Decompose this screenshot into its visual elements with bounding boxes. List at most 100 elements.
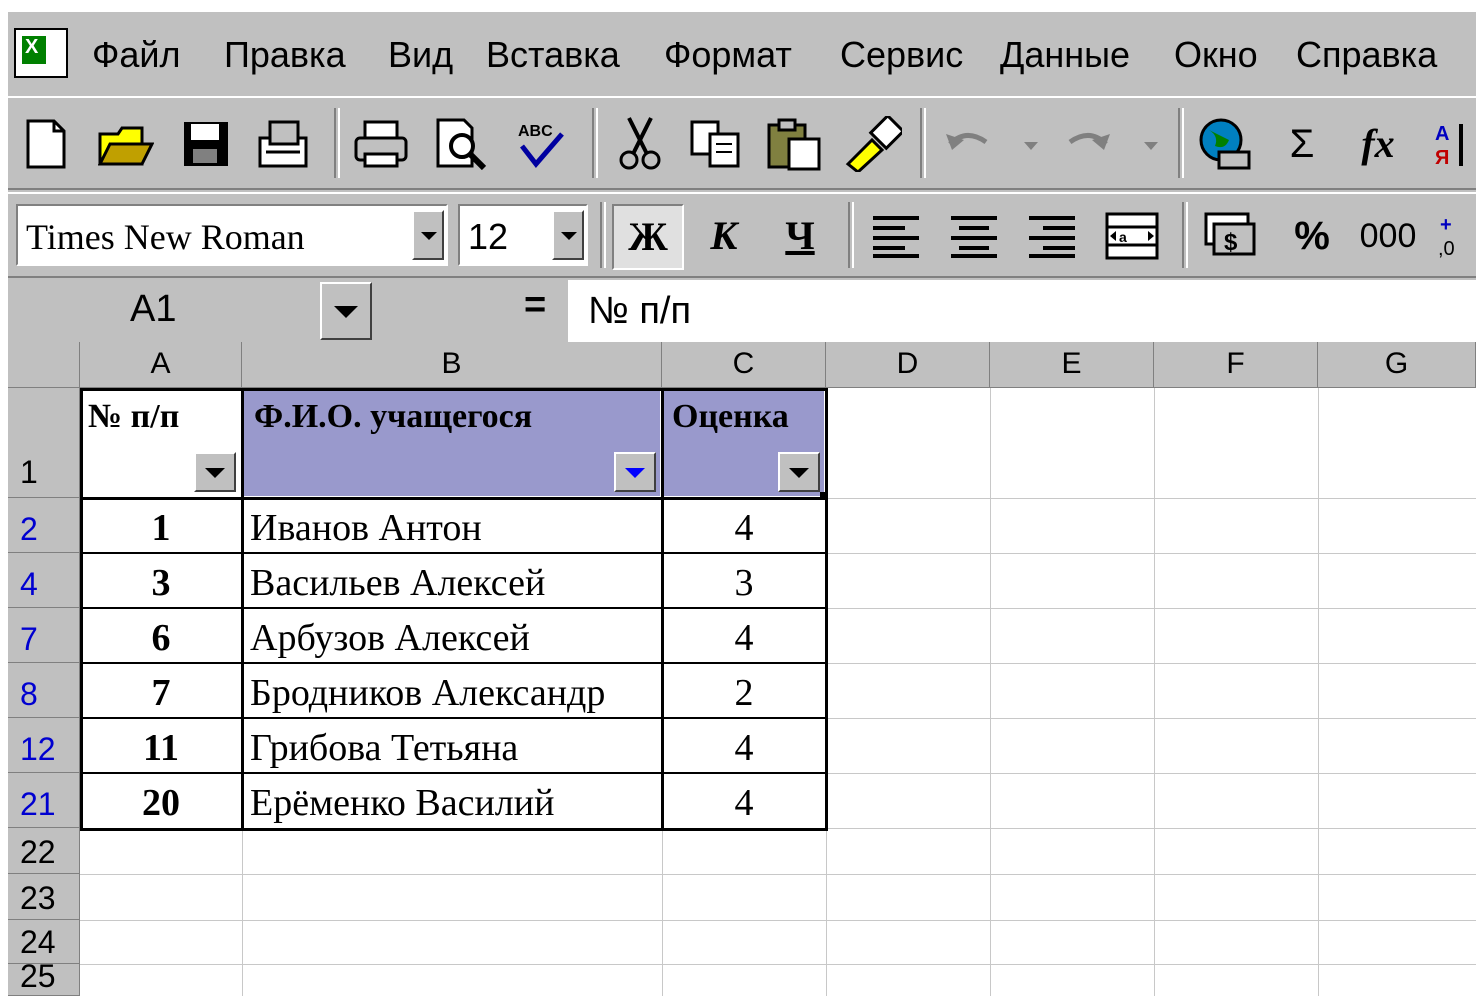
increase-decimal-icon[interactable]: + ,0 [1432, 204, 1476, 268]
table-row-border [80, 552, 828, 554]
svg-text:Я: Я [1435, 147, 1449, 169]
formula-content: № п/п [588, 290, 692, 332]
toolbar-separator [592, 108, 598, 178]
row-header-23[interactable]: 23 [8, 874, 80, 920]
italic-label: К [710, 213, 738, 258]
font-name-dropdown-icon[interactable] [412, 210, 444, 260]
format-painter-icon[interactable] [840, 112, 904, 176]
excel-app-icon[interactable]: X [14, 28, 68, 78]
gridline [80, 964, 1476, 965]
italic-button[interactable]: К [692, 204, 756, 268]
name-box[interactable]: A1 [8, 278, 318, 342]
print-preview-icon[interactable] [430, 112, 494, 176]
standard-toolbar: ABC Σ fx АЯ [8, 96, 1476, 190]
row-header-25[interactable]: 25 [8, 958, 80, 996]
font-name-combo[interactable]: Times New Roman [16, 204, 448, 266]
save-icon[interactable] [174, 112, 238, 176]
row-header-22[interactable]: 22 [8, 828, 80, 874]
thousands-label: 000 [1359, 217, 1417, 255]
row-header-21[interactable]: 21 [8, 773, 80, 828]
svg-text:+: + [1440, 214, 1452, 236]
sort-ascending-icon[interactable]: АЯ [1422, 112, 1476, 176]
redo-icon[interactable] [1060, 112, 1164, 176]
percent-style-button[interactable]: % [1280, 204, 1344, 268]
svg-text:ABC: ABC [518, 123, 553, 140]
name-box-value: A1 [130, 288, 177, 330]
paste-icon[interactable] [762, 112, 826, 176]
toolbar-separator [1182, 202, 1188, 268]
row-header-8[interactable]: 8 [8, 663, 80, 718]
underline-label: Ч [785, 213, 815, 258]
svg-text:А: А [1435, 123, 1449, 145]
merge-center-icon[interactable]: a [1100, 204, 1164, 268]
select-all-corner[interactable] [8, 342, 80, 388]
row-header-7[interactable]: 7 [8, 608, 80, 663]
formatting-toolbar: Times New Roman 12 Ж К Ч a $ % 000 + ,0 [8, 192, 1476, 278]
open-folder-icon[interactable] [94, 112, 158, 176]
table-row-border [80, 662, 828, 664]
column-header-b[interactable]: B [242, 342, 662, 388]
column-header-e[interactable]: E [990, 342, 1154, 388]
table-outer-border [80, 498, 828, 831]
menu-tools[interactable]: Сервис [840, 34, 963, 76]
svg-text:,0: ,0 [1438, 238, 1455, 260]
row-header-12[interactable]: 12 [8, 718, 80, 773]
fill-handle[interactable] [820, 492, 828, 500]
menu-help[interactable]: Справка [1296, 34, 1437, 76]
row-header-1[interactable]: 1 [8, 388, 80, 498]
column-header-c[interactable]: C [662, 342, 826, 388]
menu-edit[interactable]: Правка [224, 34, 346, 76]
row-header-2[interactable]: 2 [8, 498, 80, 553]
font-name-value: Times New Roman [26, 217, 305, 257]
toolbar-separator [334, 108, 340, 178]
mail-recipient-icon[interactable] [252, 112, 316, 176]
toolbar-separator [600, 202, 606, 268]
worksheet-grid[interactable]: A B C D E F G 1 2 4 7 8 12 21 22 23 24 2… [8, 342, 1476, 996]
menu-format[interactable]: Формат [664, 34, 792, 76]
column-header-d[interactable]: D [826, 342, 990, 388]
column-header-a[interactable]: A [80, 342, 242, 388]
autosum-icon[interactable]: Σ [1270, 112, 1334, 176]
table-row-border [80, 607, 828, 609]
menu-window[interactable]: Окно [1174, 34, 1258, 76]
spelling-icon[interactable]: ABC [508, 112, 572, 176]
edit-formula-button[interactable]: = [524, 284, 546, 327]
gridline [990, 388, 991, 996]
undo-icon[interactable] [940, 112, 1044, 176]
column-header-g[interactable]: G [1318, 342, 1476, 388]
currency-icon[interactable]: $ [1198, 204, 1262, 268]
name-box-dropdown-icon[interactable] [320, 282, 372, 340]
selected-cell-border [80, 388, 828, 500]
column-header-f[interactable]: F [1154, 342, 1318, 388]
bold-button[interactable]: Ж [612, 204, 684, 270]
toolbar-separator [920, 108, 926, 178]
gridline [80, 874, 1476, 875]
function-label: fx [1361, 121, 1395, 166]
font-size-combo[interactable]: 12 [458, 204, 588, 266]
percent-label: % [1294, 214, 1330, 258]
comma-style-button[interactable]: 000 [1356, 204, 1420, 268]
align-left-icon[interactable] [864, 204, 928, 268]
formula-bar: A1 = № п/п [8, 278, 1476, 342]
cut-icon[interactable] [608, 112, 672, 176]
svg-text:a: a [1119, 229, 1127, 245]
font-size-dropdown-icon[interactable] [552, 210, 584, 260]
align-right-icon[interactable] [1020, 204, 1084, 268]
underline-button[interactable]: Ч [768, 204, 832, 268]
font-size-value: 12 [468, 216, 509, 257]
menu-view[interactable]: Вид [388, 34, 453, 76]
bold-label: Ж [628, 214, 668, 259]
formula-input[interactable]: № п/п [568, 280, 1476, 342]
menu-data[interactable]: Данные [1000, 34, 1130, 76]
menu-file[interactable]: Файл [92, 34, 181, 76]
toolbar-separator [848, 202, 854, 268]
web-globe-icon[interactable] [1192, 112, 1256, 176]
toolbar-separator [1178, 108, 1184, 178]
print-icon[interactable] [350, 112, 414, 176]
copy-icon[interactable] [684, 112, 748, 176]
menu-insert[interactable]: Вставка [486, 34, 620, 76]
function-icon[interactable]: fx [1346, 112, 1410, 176]
new-document-icon[interactable] [14, 112, 78, 176]
row-header-4[interactable]: 4 [8, 553, 80, 608]
align-center-icon[interactable] [942, 204, 1006, 268]
